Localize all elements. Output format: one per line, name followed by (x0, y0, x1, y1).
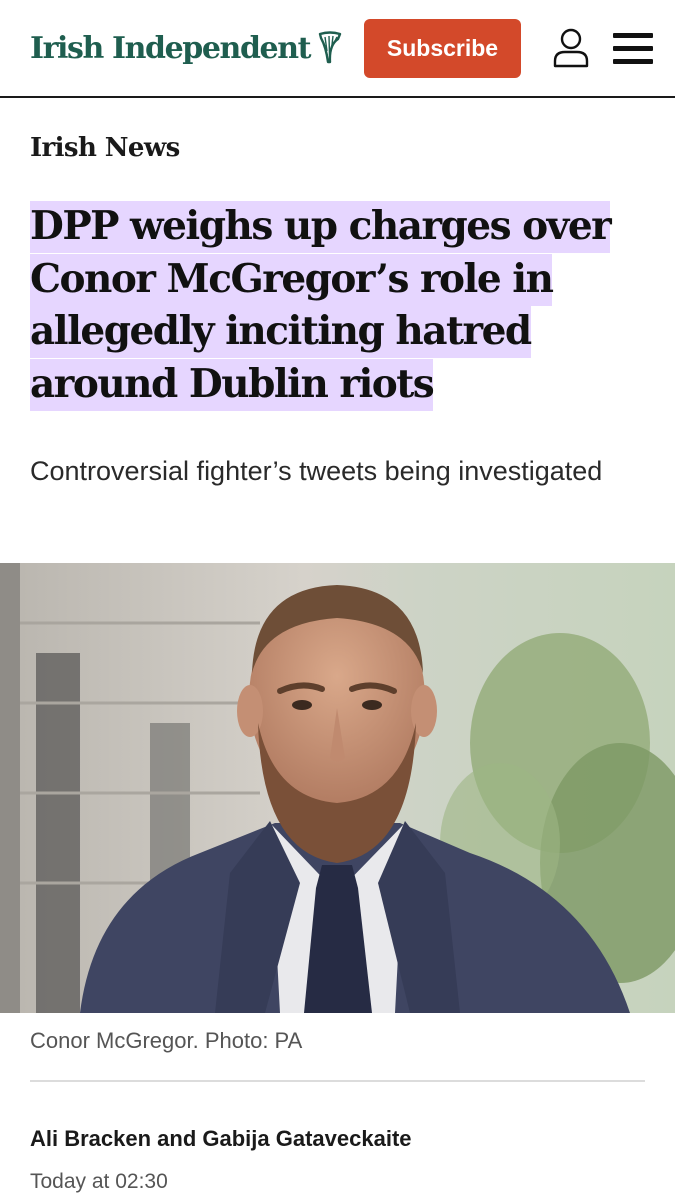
site-header: Irish Independent Subscribe (0, 0, 675, 98)
menu-bar (613, 45, 653, 51)
article-lead-photo[interactable] (0, 563, 675, 1013)
harp-icon (318, 31, 342, 64)
menu-bar (613, 58, 653, 64)
divider (30, 1080, 645, 1082)
logo-text: Irish Independent (30, 30, 312, 66)
site-logo[interactable]: Irish Independent (30, 31, 343, 66)
headline-text: DPP weighs up charges over Conor McGrego… (30, 201, 612, 411)
article-byline[interactable]: Ali Bracken and Gabija Gataveckaite (30, 1126, 412, 1152)
user-icon (553, 28, 589, 68)
photo-illustration (0, 563, 675, 1013)
account-button[interactable] (551, 26, 591, 70)
section-link[interactable]: Irish News (30, 133, 180, 163)
hamburger-menu-icon[interactable] (613, 26, 657, 70)
menu-bar (613, 32, 653, 38)
photo-caption: Conor McGregor. Photo: PA (30, 1028, 303, 1053)
article-standfirst: Controversial fighter’s tweets being inv… (30, 456, 603, 486)
published-timestamp: Today at 02:30 (30, 1170, 168, 1193)
article-headline: DPP weighs up charges over Conor McGrego… (30, 200, 650, 411)
subscribe-button[interactable]: Subscribe (364, 18, 521, 78)
